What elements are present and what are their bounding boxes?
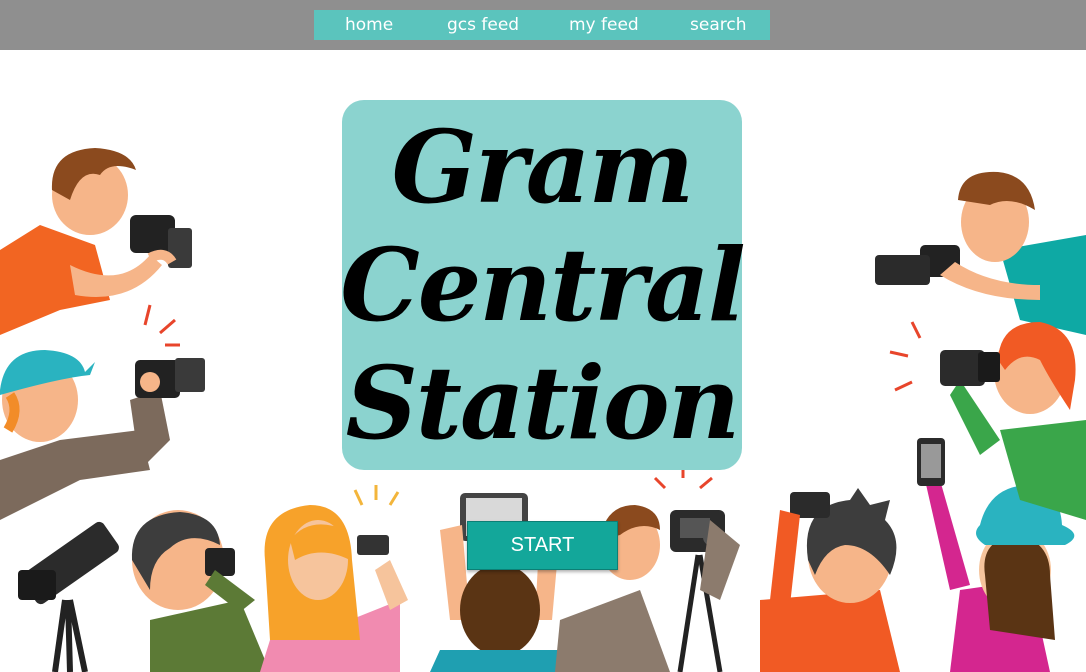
photographer-right-top [875, 171, 1086, 335]
tripod-camera-left [18, 521, 119, 672]
nav-my-feed-link[interactable]: my feed [569, 15, 639, 35]
flash-lines-center [353, 485, 400, 506]
photographer-center-tablet [430, 493, 570, 672]
flash-lines-right [889, 321, 922, 392]
title-line-gram: Gram [391, 108, 695, 226]
photographer-bottom-right [760, 488, 900, 672]
photographer-left-middle [0, 350, 205, 520]
title-line-central: Central [340, 226, 746, 344]
photographer-left-top [0, 148, 192, 335]
title-card: Gram Central Station [340, 100, 746, 470]
title-line-station: Station [345, 344, 741, 462]
top-bar: home gcs feed my feed search [0, 0, 1086, 50]
flash-lines-left [143, 304, 180, 347]
nav-home-link[interactable]: home [345, 15, 393, 35]
nav-search-link[interactable]: search [690, 15, 746, 35]
photographer-orange-hair [260, 505, 408, 672]
photographer-bottom-left [131, 510, 270, 672]
nav-bar: home gcs feed my feed search [314, 10, 770, 40]
nav-gcs-feed-link[interactable]: gcs feed [447, 15, 519, 35]
start-button[interactable]: START [467, 521, 618, 570]
